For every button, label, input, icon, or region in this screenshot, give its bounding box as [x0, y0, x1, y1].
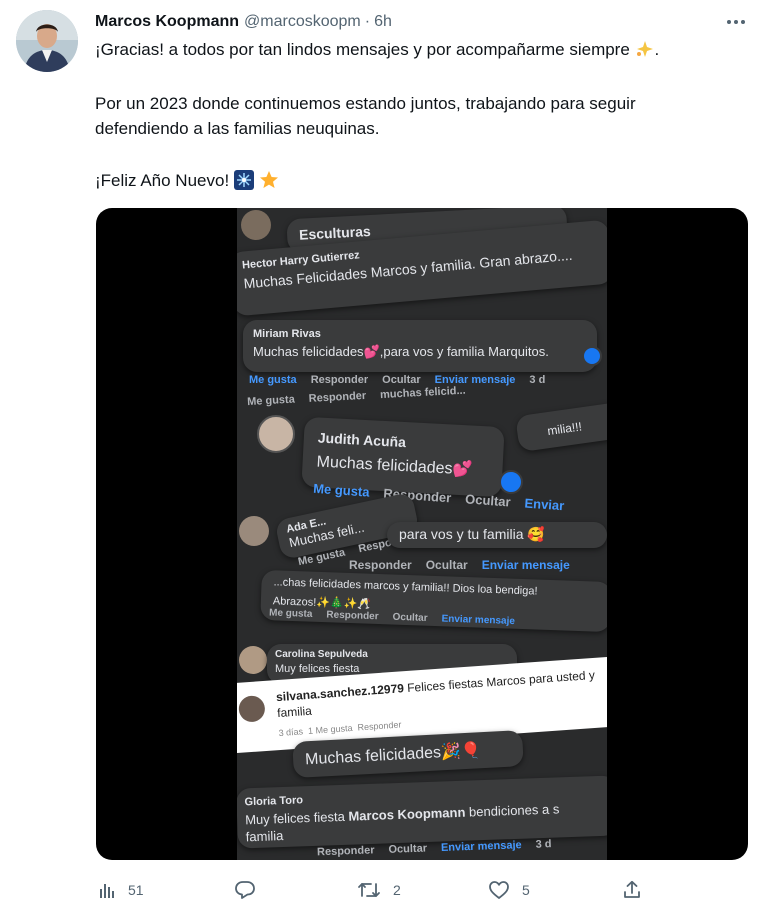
fb-like-link: Me gusta [246, 393, 296, 409]
reply-button[interactable] [234, 875, 268, 905]
separator-dot: · [364, 13, 371, 30]
comment-text: Muchas felicidades💕 [316, 453, 473, 479]
comment-mention: Marcos Koopmann [348, 804, 466, 824]
fb-like-link: Me gusta [268, 607, 313, 620]
fb-reply-link: Responder [310, 374, 369, 386]
fireworks-emoji [233, 170, 254, 190]
avatar[interactable] [16, 10, 78, 72]
fb-hide-link: Ocultar [392, 611, 428, 624]
tweet-text-1-end: . [654, 40, 660, 59]
tweet-para-3: ¡Feliz Año Nuevo! [95, 168, 745, 193]
comment-text: Muy felices fiesta [244, 808, 346, 828]
share-icon [624, 880, 640, 898]
fb-hide-link: Ocultar [382, 374, 421, 386]
tweet-text-1: ¡Gracias! a todos por tan lindos mensaje… [95, 40, 630, 59]
retweet-icon [358, 883, 380, 897]
like-reaction-icon [499, 470, 523, 494]
tweet-line-1: ¡Gracias! a todos por tan lindos mensaje… [95, 37, 745, 62]
commenter-photo [241, 210, 271, 240]
comment-text: muchas felicid... [379, 384, 466, 402]
like-icon [489, 881, 509, 899]
fb-hide-link: Ocultar [388, 842, 428, 856]
comment-text: bendiciones a s [468, 801, 560, 820]
comment-time: 3 d [535, 838, 552, 851]
comment-text: Muchas felicidades🎉🎈 [304, 742, 482, 769]
views-icon [100, 884, 114, 898]
fb-reply-link: Responder [308, 389, 367, 405]
comment-likes: 1 Me gusta [307, 722, 353, 736]
author-handle[interactable]: @marcoskoopm [244, 13, 361, 31]
fb-hide-link: Ocultar [425, 558, 468, 572]
sparkles-emoji [635, 39, 655, 59]
fb-send-link: Enviar [524, 495, 565, 514]
fb-like-link: Me gusta [312, 480, 371, 500]
timestamp[interactable]: 6h [374, 13, 392, 31]
comment-actions: Me gusta Responder Ocultar Enviar mensaje 3 … [249, 374, 559, 386]
comment-author: Miriam Rivas [253, 328, 321, 340]
comment-card: Miriam Rivas Muchas felicidades💕,para vo… [243, 320, 597, 372]
comment-card: milia!!! [515, 399, 607, 453]
tweet-text-2a: Por un 2023 donde continuemos estando ju… [95, 94, 636, 113]
comment-time: 3 d [529, 374, 546, 386]
fb-reply-link: Responder [326, 609, 379, 623]
commenter-photo [239, 516, 269, 546]
commenter-photo [239, 646, 267, 674]
views-button[interactable]: 51 [98, 875, 144, 905]
share-button[interactable] [622, 875, 642, 905]
comment-actions: Responder Ocultar Enviar mensaje [349, 558, 584, 572]
like-reaction-icon [582, 346, 602, 366]
comment-text: Muchas felicidades💕,para vos y familia M… [253, 344, 549, 359]
fb-reply-link: Responder [349, 558, 412, 572]
comment-author: Judith Acuña [317, 429, 407, 451]
comment-text: para vos y tu familia 🥰 [399, 526, 545, 542]
comment-text: milia!!! [546, 419, 583, 439]
like-button[interactable]: 5 [488, 875, 530, 905]
tweet-header: Marcos Koopmann @marcoskoopm · 6h [95, 11, 392, 33]
tweet[interactable]: Marcos Koopmann @marcoskoopm · 6h ¡Graci… [0, 0, 770, 909]
commenter-photo [237, 695, 266, 723]
tweet-text-2b: defendiendo a las familias neuquinas. [95, 119, 380, 138]
like-count: 5 [522, 882, 530, 898]
comment-actions: Me gusta Responder muchas felicid... [247, 384, 480, 408]
reply-icon [235, 881, 255, 899]
star-emoji [259, 170, 279, 190]
comment-author: Carolina Sepulveda [275, 649, 368, 660]
fb-like-link: Me gusta [249, 374, 297, 386]
fb-send-link: Enviar mensaje [481, 558, 570, 572]
tweet-para-2: Por un 2023 donde continuemos estando ju… [95, 91, 745, 141]
comment-author: Esculturas [298, 222, 372, 243]
views-count: 51 [128, 882, 144, 898]
retweet-count: 2 [393, 882, 401, 898]
video-frame[interactable]: Esculturas Hector Harry Gutierrez Muchas… [237, 208, 607, 860]
retweet-button[interactable]: 2 [357, 875, 401, 905]
fb-reply-link: Responder [357, 719, 402, 733]
fb-send-link: Enviar mensaje [440, 839, 522, 855]
more-icon[interactable] [724, 12, 748, 32]
video-media[interactable]: Esculturas Hector Harry Gutierrez Muchas… [96, 208, 748, 860]
comment-time: 3 días [278, 726, 304, 739]
fb-hide-link: Ocultar [464, 491, 512, 510]
commenter-photo [257, 415, 295, 453]
tweet-text-3: ¡Feliz Año Nuevo! [95, 171, 230, 190]
comment-card: para vos y tu familia 🥰 [387, 522, 607, 548]
author-name[interactable]: Marcos Koopmann [95, 13, 239, 31]
fb-reply-link: Responder [316, 844, 375, 859]
